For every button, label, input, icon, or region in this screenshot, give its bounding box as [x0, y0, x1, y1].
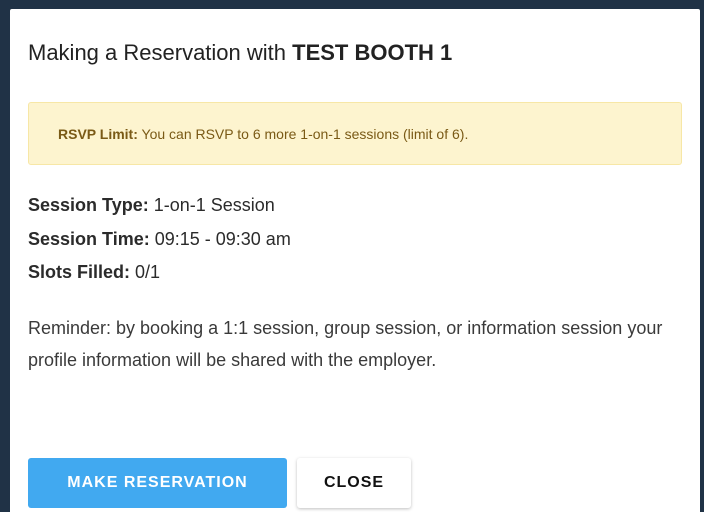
session-time-line: Session Time: 09:15 - 09:30 am — [28, 229, 291, 250]
make-reservation-button[interactable]: MAKE RESERVATION — [28, 458, 287, 508]
session-time-label: Session Time: — [28, 229, 150, 249]
booth-name: TEST BOOTH 1 — [292, 40, 453, 65]
slots-filled-value: 0/1 — [130, 262, 161, 282]
rsvp-limit-label: RSVP Limit: — [58, 126, 138, 142]
rsvp-limit-alert: RSVP Limit: You can RSVP to 6 more 1-on-… — [28, 102, 682, 165]
slots-filled-line: Slots Filled: 0/1 — [28, 262, 160, 283]
session-type-label: Session Type: — [28, 195, 149, 215]
modal-title: Making a Reservation with TEST BOOTH 1 — [28, 40, 452, 66]
slots-filled-label: Slots Filled: — [28, 262, 131, 282]
rsvp-limit-text: RSVP Limit: You can RSVP to 6 more 1-on-… — [58, 126, 468, 142]
session-type-line: Session Type: 1-on-1 Session — [28, 195, 275, 216]
privacy-reminder: Reminder: by booking a 1:1 session, grou… — [28, 318, 663, 370]
session-type-value: 1-on-1 Session — [148, 195, 275, 215]
reservation-modal: Making a Reservation with TEST BOOTH 1 R… — [10, 9, 700, 512]
close-button[interactable]: CLOSE — [297, 458, 411, 508]
modal-title-prefix: Making a Reservation with — [28, 40, 293, 65]
rsvp-limit-message: You can RSVP to 6 more 1-on-1 sessions (… — [137, 126, 469, 142]
session-time-value: 09:15 - 09:30 am — [149, 229, 291, 249]
